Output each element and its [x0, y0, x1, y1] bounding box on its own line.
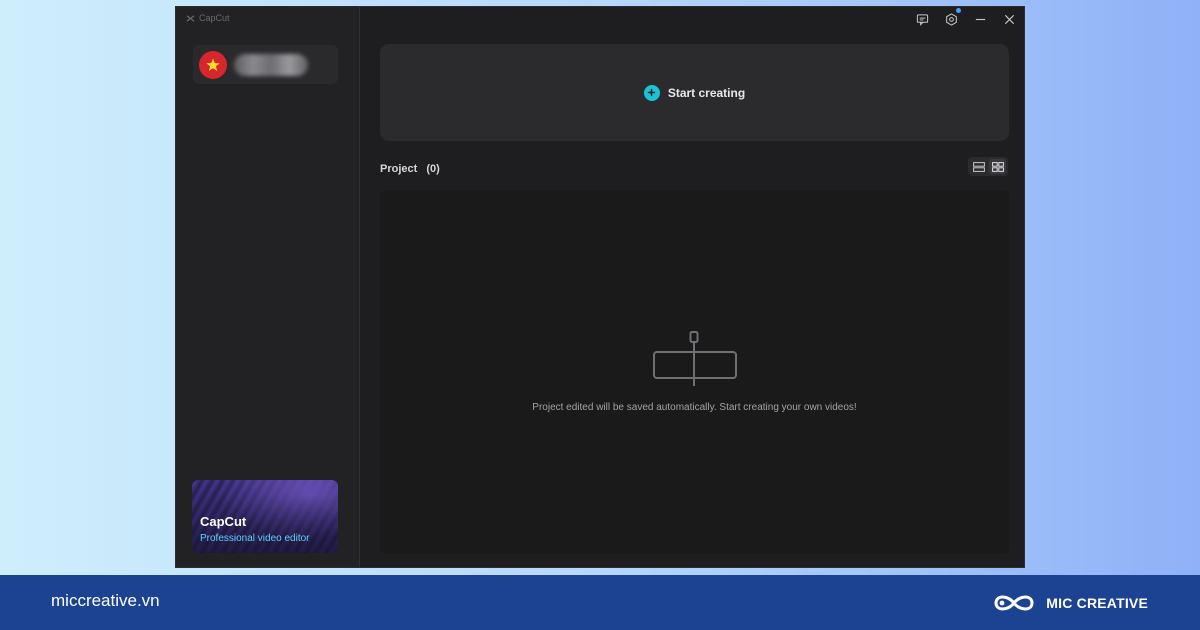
- grid-view-button[interactable]: [989, 159, 1006, 174]
- list-view-icon: [972, 161, 985, 172]
- promo-title: CapCut: [200, 514, 247, 529]
- list-view-button[interactable]: [970, 159, 987, 174]
- logo-text: MIC CREATIVE: [1046, 595, 1148, 611]
- vietnam-flag-icon: [206, 58, 220, 71]
- project-header: Project (0): [380, 163, 440, 175]
- app-brand: CapCut: [186, 13, 230, 23]
- start-creating-button[interactable]: Start creating: [380, 44, 1009, 141]
- promo-banner[interactable]: CapCut Professional video editor: [192, 480, 338, 553]
- footer-bar: miccreative.vn MIC CREATIVE: [0, 575, 1200, 630]
- plus-circle-icon: [643, 84, 660, 101]
- settings-button[interactable]: [943, 8, 961, 28]
- user-profile-card[interactable]: [193, 45, 338, 84]
- start-creating-label: Start creating: [667, 85, 746, 100]
- username-blurred: [234, 53, 308, 76]
- feedback-icon: [916, 14, 929, 26]
- feedback-button[interactable]: [914, 11, 931, 28]
- window-controls: [914, 8, 1018, 28]
- close-button[interactable]: [1001, 11, 1018, 28]
- empty-timeline-icon: [653, 331, 737, 386]
- minimize-button[interactable]: [972, 11, 989, 28]
- sidebar: CapCut CapCut Professional video editor: [176, 7, 360, 567]
- close-icon: [1004, 14, 1015, 25]
- capcut-window: CapCut CapCut Professional video editor: [175, 6, 1025, 568]
- infinity-logo-icon: [994, 595, 1034, 611]
- avatar[interactable]: [199, 50, 227, 79]
- website-link[interactable]: miccreative.vn: [51, 591, 160, 611]
- project-count: (0): [426, 163, 440, 175]
- minimize-icon: [975, 18, 986, 21]
- main-panel: Start creating Project (0) Project edite…: [360, 7, 1024, 567]
- promo-subtitle: Professional video editor: [200, 533, 310, 544]
- mic-creative-logo: MIC CREATIVE: [990, 589, 1148, 617]
- grid-view-icon: [991, 161, 1004, 172]
- settings-icon: [946, 13, 957, 26]
- notification-dot: [956, 8, 961, 13]
- project-label: Project: [380, 163, 418, 175]
- view-toggle: [968, 157, 1008, 176]
- project-list-area: Project edited will be saved automatical…: [380, 190, 1009, 554]
- capcut-logo-icon: [186, 14, 195, 22]
- empty-state-message: Project edited will be saved automatical…: [532, 402, 857, 413]
- app-brand-label: CapCut: [199, 13, 230, 23]
